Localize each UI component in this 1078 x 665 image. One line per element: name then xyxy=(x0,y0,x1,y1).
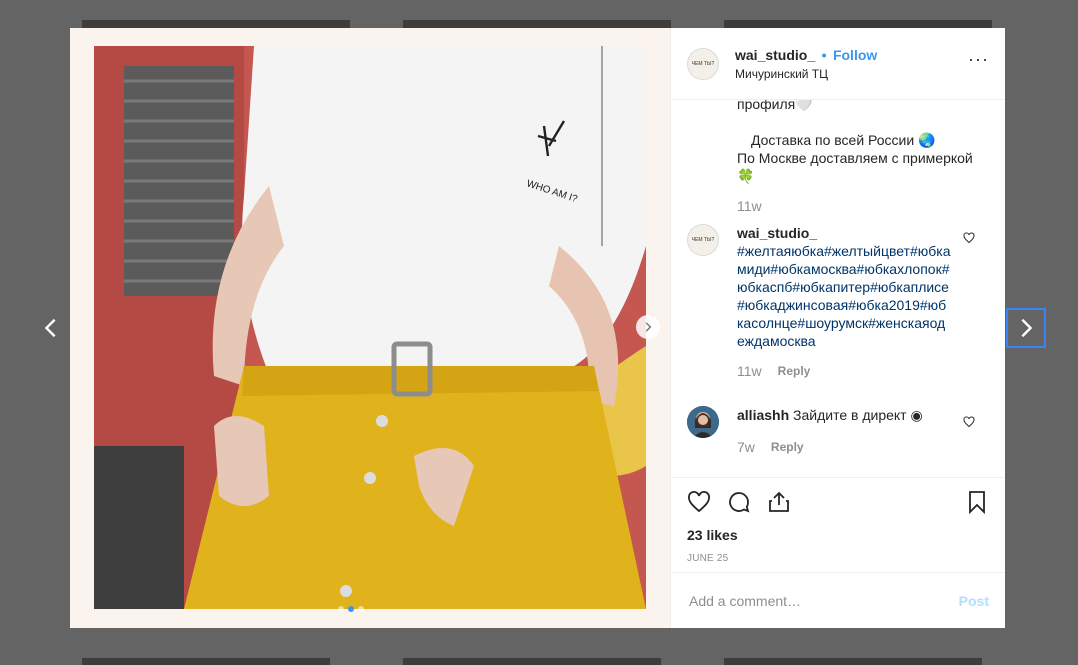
comment-username[interactable]: alliashh xyxy=(737,407,789,423)
bookmark-icon[interactable] xyxy=(965,490,989,514)
avatar[interactable]: ЧЕМ ТЫ? xyxy=(687,224,719,256)
avatar-photo xyxy=(687,406,719,438)
avatar[interactable]: ЧЕМ ТЫ? xyxy=(687,47,719,80)
carousel-dot xyxy=(338,606,344,612)
comments-list[interactable]: профиля🤍 Доставка по всей России 🌏 По Мо… xyxy=(671,100,1005,477)
comment-item: alliashh Зайдите в директ ◉ 7w Reply xyxy=(687,406,987,455)
follow-separator: • xyxy=(821,46,827,63)
post-date[interactable]: JUNE 25 xyxy=(687,553,989,564)
comment-text[interactable]: #желтаяюбка#желтыйцвет#юбкамиди#юбкамоск… xyxy=(737,242,952,350)
avatar-logo: ЧЕМ ТЫ? xyxy=(691,237,715,243)
heart-icon[interactable] xyxy=(687,490,711,514)
reply-button[interactable]: Reply xyxy=(778,364,811,378)
carousel-dot xyxy=(358,606,364,612)
heart-icon[interactable] xyxy=(963,232,975,244)
next-post-button[interactable] xyxy=(1006,308,1046,348)
comment-username[interactable]: wai_studio_ xyxy=(737,224,952,242)
carousel-next-button[interactable] xyxy=(636,315,660,339)
post-header: ЧЕМ ТЫ? wai_studio_ • Follow Мичуринский… xyxy=(671,28,1005,100)
post-actions: 23 likes JUNE 25 xyxy=(671,477,1005,572)
comment-input[interactable] xyxy=(687,591,941,610)
comment-item: ЧЕМ ТЫ? wai_studio_ #желтаяюбка#желтыйцв… xyxy=(687,224,987,379)
more-options-button[interactable]: ··· xyxy=(968,50,989,68)
add-comment-bar: Post xyxy=(671,572,1005,628)
chevron-left-icon xyxy=(44,318,56,338)
post-sidebar: ЧЕМ ТЫ? wai_studio_ • Follow Мичуринский… xyxy=(670,28,1005,628)
reply-button[interactable]: Reply xyxy=(771,440,804,454)
comment-time[interactable]: 7w xyxy=(737,439,755,455)
carousel-dot-active xyxy=(348,606,354,612)
carousel-dots xyxy=(338,606,364,612)
avatar[interactable] xyxy=(687,406,719,438)
likes-count[interactable]: 23 likes xyxy=(687,527,989,543)
post-username[interactable]: wai_studio_ xyxy=(735,47,815,63)
follow-button[interactable]: Follow xyxy=(833,47,877,63)
prev-post-button[interactable] xyxy=(32,308,70,348)
share-icon[interactable] xyxy=(767,490,791,514)
chevron-right-icon xyxy=(1021,318,1033,338)
avatar-logo: ЧЕМ ТЫ? xyxy=(691,60,715,67)
comment-icon[interactable] xyxy=(727,490,751,514)
post-media: WHO AM I? xyxy=(70,28,670,628)
comment-time[interactable]: 11w xyxy=(737,363,762,379)
post-comment-button[interactable]: Post xyxy=(959,593,989,609)
caption-line: профиля🤍 xyxy=(737,100,813,112)
caption-time[interactable]: 11w xyxy=(737,197,987,215)
caption-line: Доставка по всей России 🌏 xyxy=(751,132,936,148)
post-modal: WHO AM I? ЧЕМ ТЫ? wai_studio_ • Follow М… xyxy=(70,28,1005,628)
comment-text: Зайдите в директ ◉ xyxy=(793,407,923,423)
caption-line: 🍀 xyxy=(737,168,755,184)
caption-line: По Москве доставляем с примеркой xyxy=(737,150,973,166)
heart-icon[interactable] xyxy=(963,416,975,428)
post-photo: WHO AM I? xyxy=(94,46,646,609)
caption: профиля🤍 Доставка по всей России 🌏 По Мо… xyxy=(737,100,987,215)
post-location[interactable]: Мичуринский ТЦ xyxy=(735,67,877,81)
chevron-right-icon xyxy=(645,322,652,332)
